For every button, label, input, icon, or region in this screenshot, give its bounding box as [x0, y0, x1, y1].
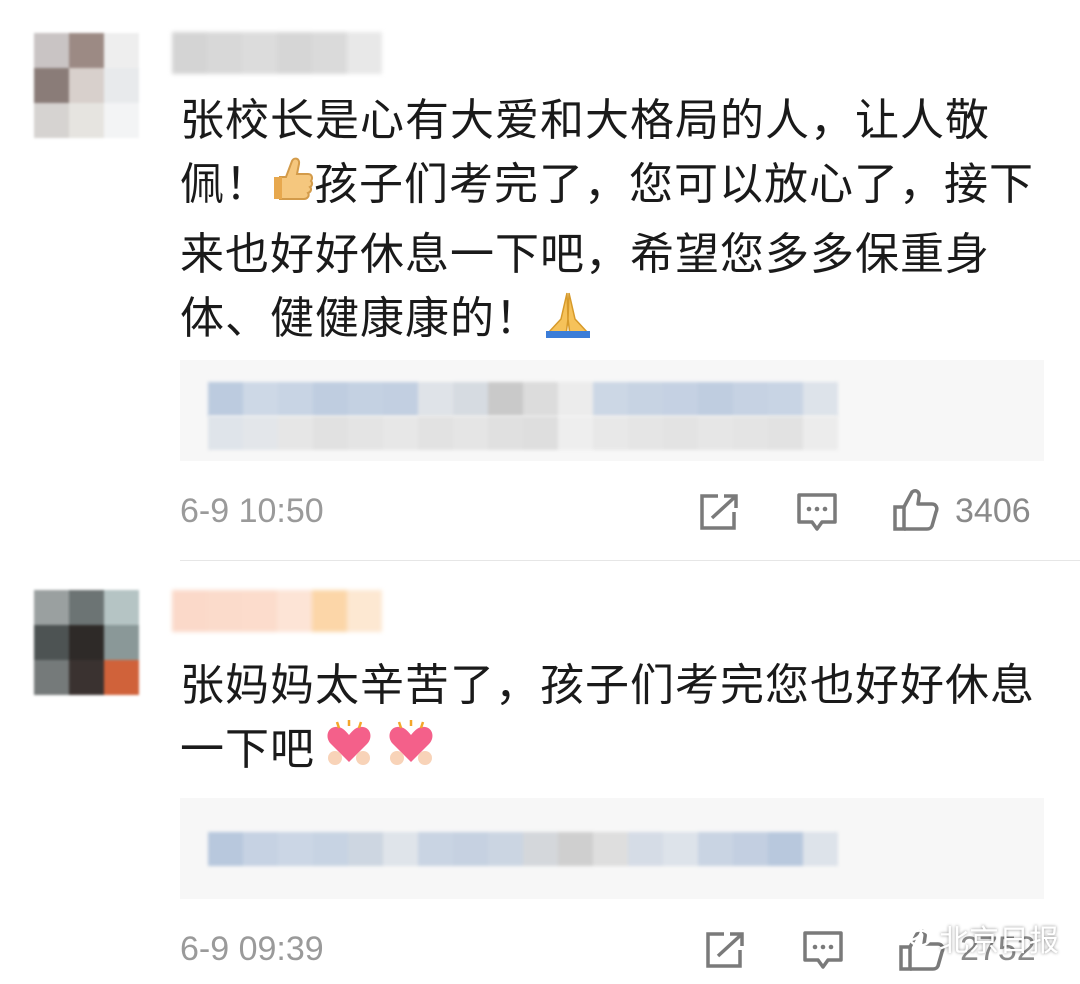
- reply-preview-box[interactable]: [180, 798, 1044, 899]
- heart-hands-emoji-icon: [323, 718, 375, 788]
- comment-divider: [180, 560, 1080, 561]
- comment-icon[interactable]: [802, 930, 844, 974]
- avatar[interactable]: [34, 590, 139, 695]
- comment-text: 张校长是心有大爱和大格局的人，让人敬佩！ 孩子们考完了，您可以放心了，接下来也好好…: [180, 89, 1040, 357]
- username[interactable]: [172, 32, 382, 74]
- comment-text: 张妈妈太辛苦了，孩子们考完您也好好休息一下吧: [180, 654, 1040, 788]
- comment-text-part: 张妈妈太辛苦了，孩子们考完您也好好休息一下吧: [180, 660, 1035, 775]
- username[interactable]: [172, 590, 382, 632]
- timestamp: 6-9 09:39: [180, 930, 324, 968]
- thumbs-up-emoji-icon: [270, 155, 314, 223]
- watermark: 北京日报: [895, 916, 1059, 960]
- like-count: 3406: [955, 492, 1031, 530]
- heart-hands-emoji-icon: [385, 718, 437, 788]
- wechat-logo-icon: [895, 919, 933, 957]
- blurred-reply-text: [208, 832, 838, 866]
- share-icon[interactable]: [698, 492, 740, 536]
- avatar[interactable]: [34, 33, 139, 138]
- watermark-text: 北京日报: [939, 925, 1059, 958]
- reply-preview-box[interactable]: [180, 360, 1044, 461]
- folded-hands-emoji-icon: [540, 289, 596, 357]
- blurred-reply-text: [208, 382, 838, 416]
- blurred-reply-text: [208, 416, 838, 450]
- thumbs-up-icon[interactable]: [892, 488, 940, 536]
- timestamp: 6-9 10:50: [180, 492, 324, 530]
- comment-icon[interactable]: [796, 492, 838, 536]
- share-icon[interactable]: [704, 930, 746, 974]
